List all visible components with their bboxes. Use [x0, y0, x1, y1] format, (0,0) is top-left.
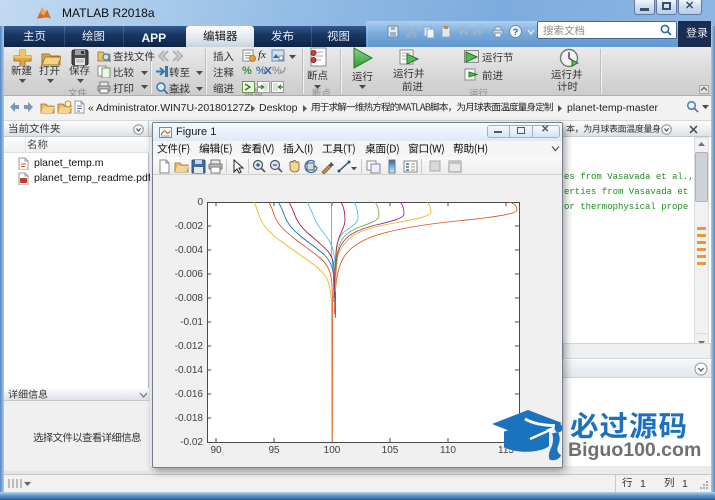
svg-text:?: ?	[513, 27, 519, 37]
